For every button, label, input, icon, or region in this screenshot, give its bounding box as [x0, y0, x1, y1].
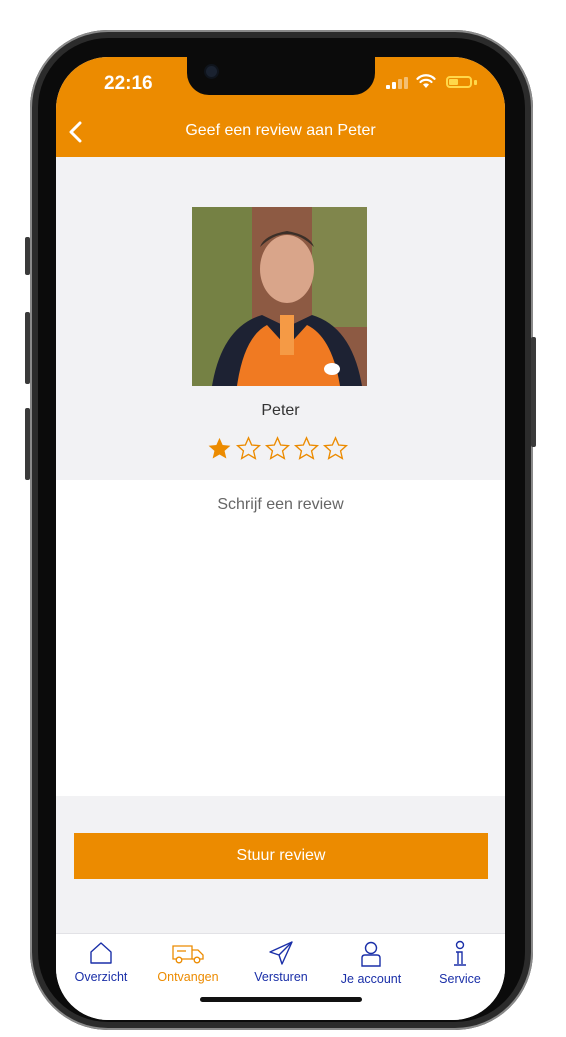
- tab-label: Je account: [340, 972, 402, 986]
- notch: [187, 57, 375, 95]
- tab-overzicht[interactable]: Overzicht: [56, 940, 146, 984]
- app-screen: 22:16 Geef een review aan Peter Peter Sc…: [56, 57, 505, 1020]
- send-icon: [269, 941, 293, 965]
- front-camera: [206, 66, 217, 77]
- mute-switch: [25, 237, 30, 275]
- star-empty-icon[interactable]: [293, 435, 320, 462]
- tab-bar: Overzicht Ontvangen Versturen Je account…: [56, 933, 505, 1020]
- cellular-signal-icon: [386, 77, 410, 89]
- battery-icon: [446, 76, 472, 88]
- star-rating[interactable]: [206, 435, 356, 463]
- courier-name: Peter: [261, 402, 300, 419]
- power-button: [531, 337, 536, 447]
- delivery-van-icon: [172, 945, 204, 964]
- tab-versturen[interactable]: Versturen: [236, 940, 326, 984]
- tab-label: Ontvangen: [157, 970, 219, 984]
- tab-service[interactable]: Service: [415, 940, 505, 986]
- header-bar: 22:16 Geef een review aan Peter: [56, 57, 505, 157]
- review-textarea[interactable]: Schrijf een review: [56, 480, 505, 796]
- volume-down-button: [25, 408, 30, 480]
- star-empty-icon[interactable]: [322, 435, 349, 462]
- submit-review-button[interactable]: Stuur review: [74, 833, 488, 879]
- tab-label: Versturen: [254, 970, 308, 984]
- star-empty-icon[interactable]: [235, 435, 262, 462]
- wifi-icon: [416, 74, 436, 88]
- star-filled-icon[interactable]: [206, 435, 233, 462]
- battery-tip: [474, 80, 477, 85]
- review-placeholder: Schrijf een review: [217, 496, 344, 513]
- tab-je-account[interactable]: Je account: [326, 940, 416, 986]
- courier-photo: [192, 207, 367, 386]
- home-indicator: [200, 997, 362, 1002]
- tab-label: Service: [439, 972, 481, 986]
- home-icon: [90, 942, 112, 964]
- volume-up-button: [25, 312, 30, 384]
- user-icon: [361, 941, 381, 967]
- tab-ontvangen[interactable]: Ontvangen: [143, 940, 233, 984]
- status-time: 22:16: [104, 73, 153, 94]
- tab-label: Overzicht: [74, 970, 128, 984]
- star-empty-icon[interactable]: [264, 435, 291, 462]
- info-icon: [454, 940, 466, 966]
- page-title: Geef een review aan Peter: [185, 122, 376, 139]
